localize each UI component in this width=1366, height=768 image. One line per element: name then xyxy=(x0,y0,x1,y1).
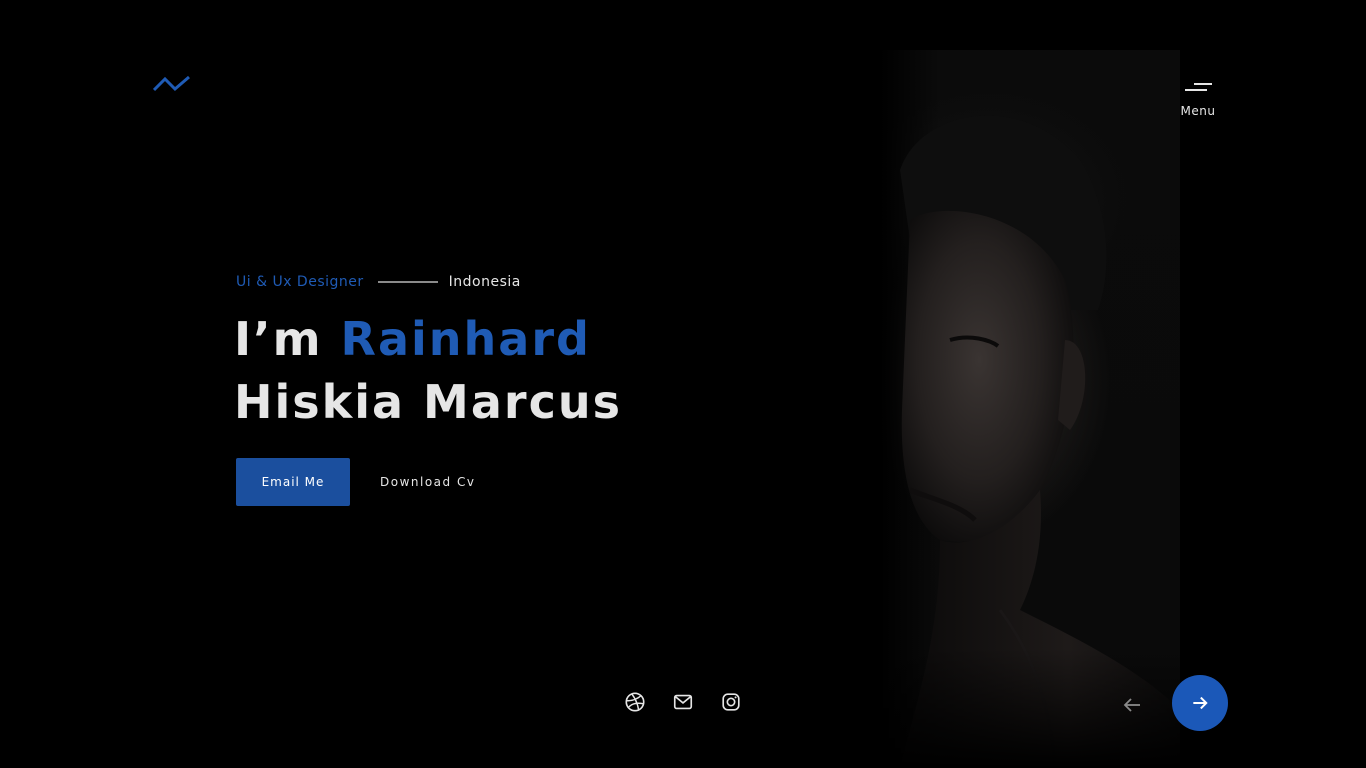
mail-icon[interactable] xyxy=(672,691,694,713)
zigzag-logo-icon[interactable] xyxy=(153,74,191,94)
next-slide-button[interactable] xyxy=(1172,675,1228,731)
hero-actions: Email Me Download Cv xyxy=(236,458,836,506)
email-me-button[interactable]: Email Me xyxy=(236,458,350,506)
greeting-text: I’m xyxy=(234,312,341,366)
portrait-illustration xyxy=(900,115,1180,768)
dribbble-icon[interactable] xyxy=(624,691,646,713)
download-cv-link[interactable]: Download Cv xyxy=(380,475,475,489)
hero-subline: Ui & Ux Designer Indonesia xyxy=(236,272,836,292)
country-label: Indonesia xyxy=(448,274,521,290)
hero-headline: I’m Rainhard Hiskia Marcus xyxy=(234,308,836,434)
menu-label: Menu xyxy=(1180,104,1216,118)
arrow-left-icon[interactable] xyxy=(1120,693,1144,717)
social-links xyxy=(624,691,742,713)
hero-section: Ui & Ux Designer Indonesia I’m Rainhard … xyxy=(234,272,836,506)
hamburger-menu-icon xyxy=(1184,80,1212,92)
role-label: Ui & Ux Designer xyxy=(236,274,364,290)
subline-divider xyxy=(377,281,438,283)
last-name: Hiskia Marcus xyxy=(234,375,622,429)
landing-page: Menu Ui & Ux Designer Indonesia I’m Rain… xyxy=(0,0,1366,768)
menu-button[interactable]: Menu xyxy=(1176,80,1220,118)
first-name: Rainhard xyxy=(340,312,591,366)
portrait-photo xyxy=(880,50,1180,768)
arrow-right-icon xyxy=(1193,696,1208,710)
headline-line-1: I’m Rainhard xyxy=(234,308,836,371)
instagram-icon[interactable] xyxy=(720,691,742,713)
